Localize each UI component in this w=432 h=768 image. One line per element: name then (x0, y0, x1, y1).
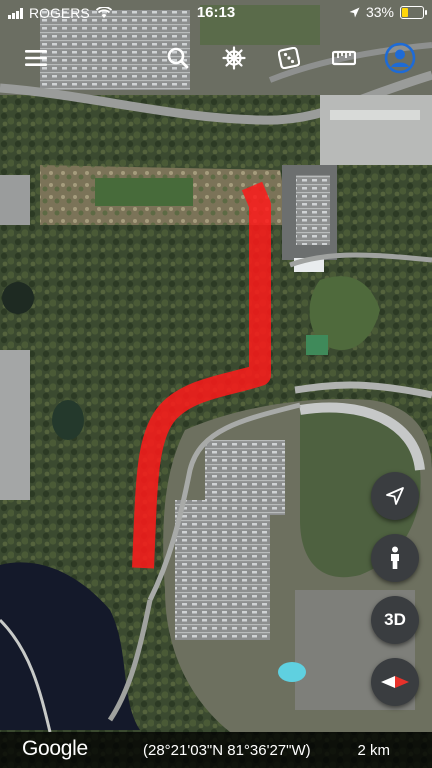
top-toolbar (0, 40, 432, 80)
pegman-icon (391, 546, 399, 569)
battery-icon (400, 5, 427, 19)
google-logo: Google (22, 737, 88, 760)
dice-icon[interactable] (271, 40, 307, 76)
status-bar: ROGERS 16:13 33% (0, 0, 432, 26)
bottom-bar: Google (28°21'03"N 81°36'27"W) 2 km (0, 732, 432, 768)
compass-icon (381, 676, 409, 688)
street-view-button[interactable] (371, 534, 419, 582)
ruler-icon[interactable] (326, 40, 362, 76)
locate-button[interactable] (371, 472, 419, 520)
location-arrow-icon (386, 487, 404, 505)
menu-icon[interactable] (18, 40, 54, 76)
scale-readout: 2 km (357, 742, 390, 759)
profile-icon[interactable] (382, 40, 418, 76)
battery-percent: 33% (365, 4, 394, 20)
location-services-icon (349, 7, 360, 17)
voyager-wheel-icon[interactable] (216, 40, 252, 76)
view-3d-label: 3D (384, 610, 406, 629)
status-right: 33% (349, 4, 427, 20)
satellite-map[interactable] (0, 0, 432, 768)
compass-button[interactable] (371, 658, 419, 706)
coordinates-readout: (28°21'03"N 81°36'27"W) (143, 742, 311, 759)
view-3d-toggle[interactable]: 3D (371, 596, 419, 644)
search-icon[interactable] (160, 40, 196, 76)
